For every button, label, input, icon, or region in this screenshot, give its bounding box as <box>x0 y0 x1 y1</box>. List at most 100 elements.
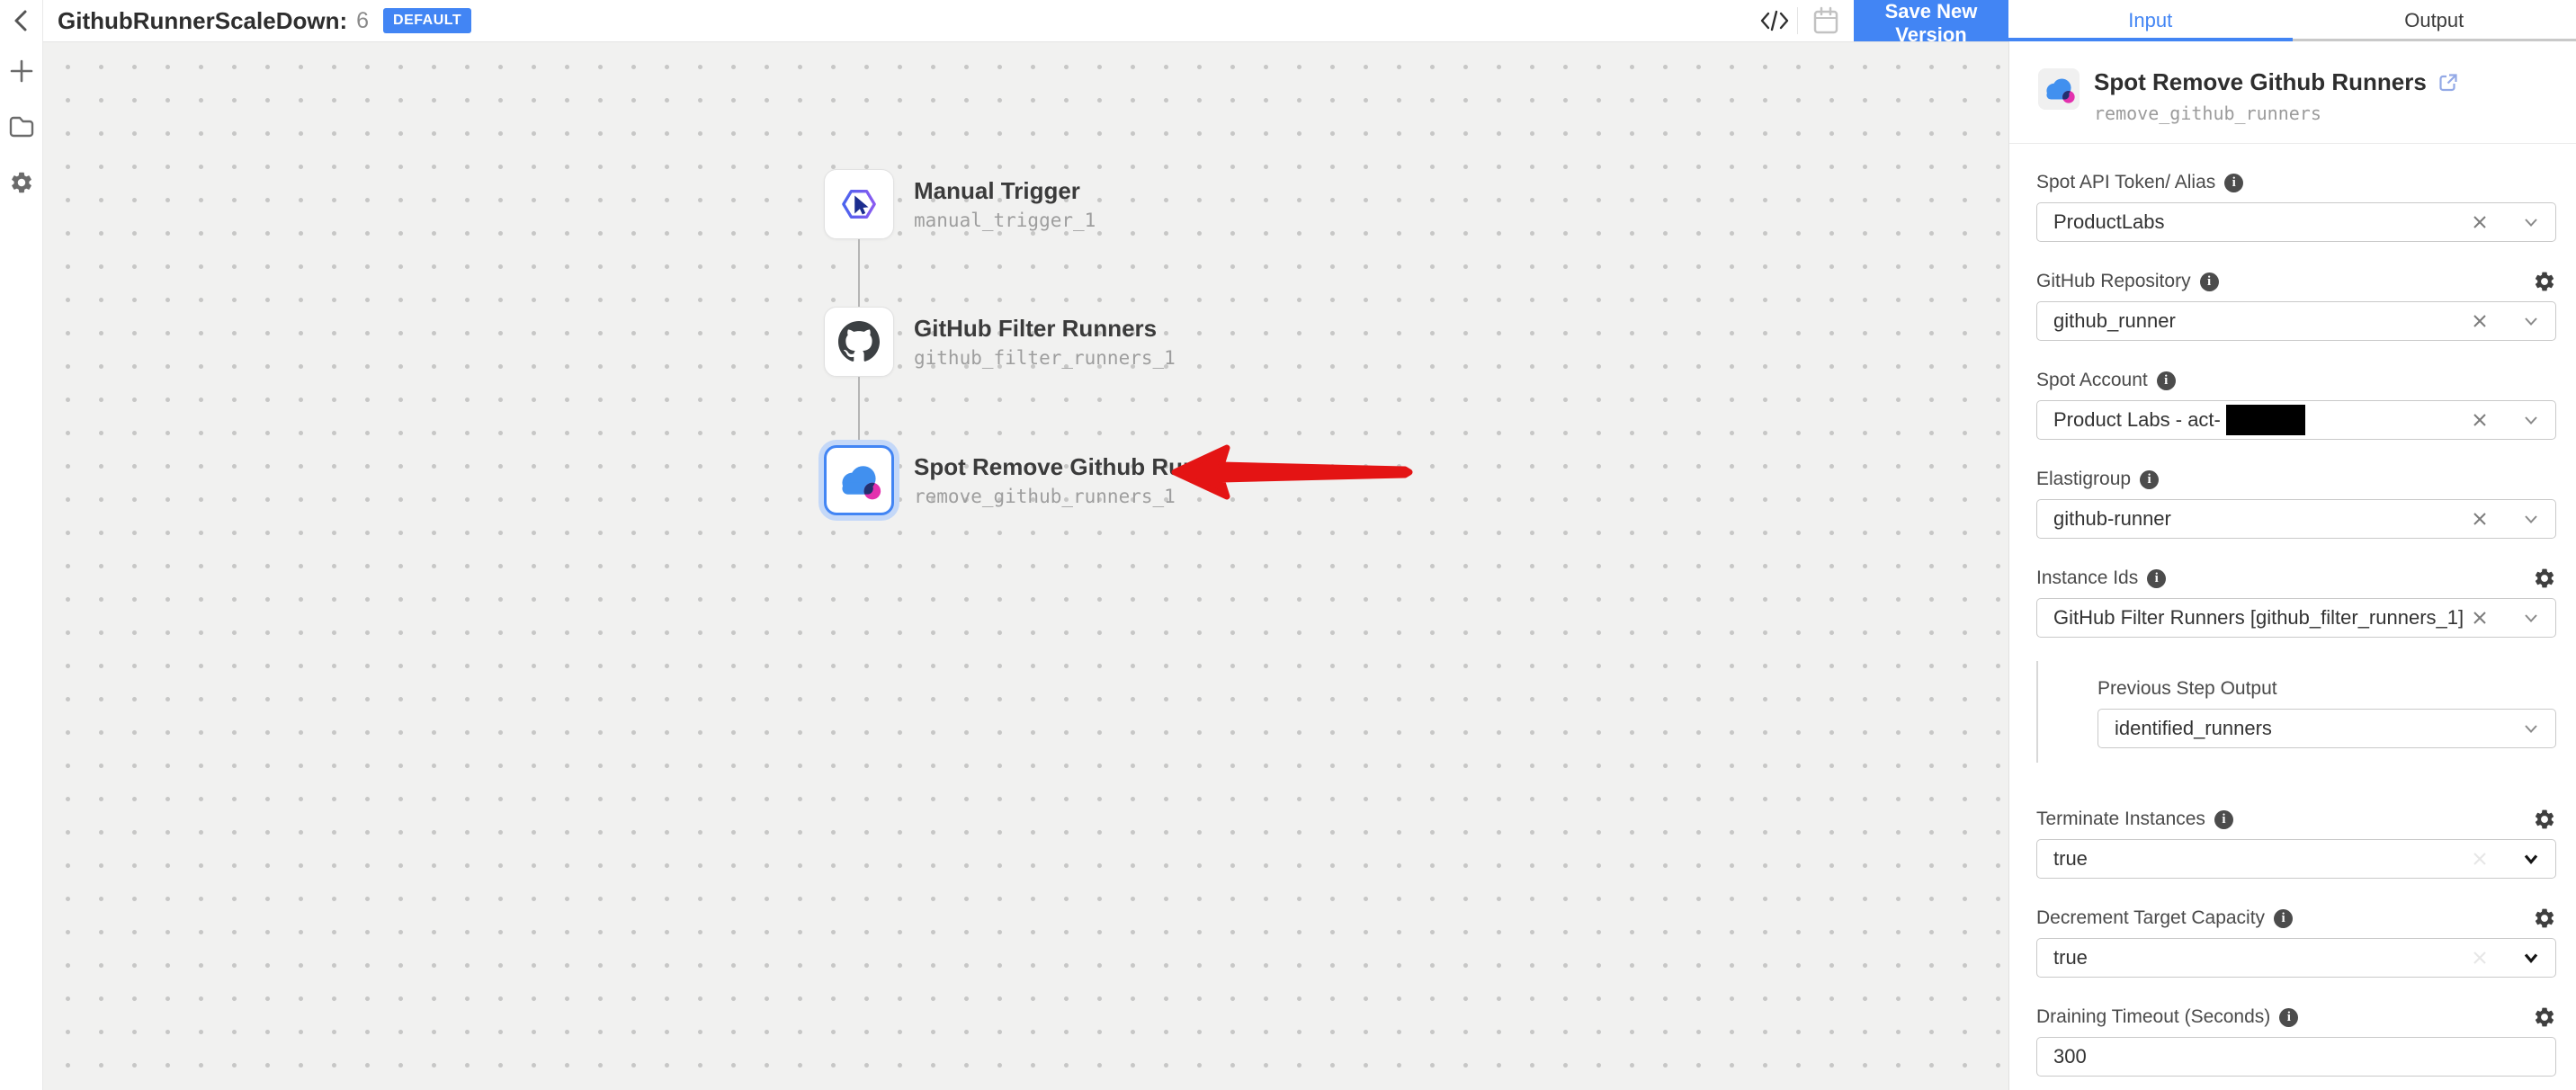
clear-button[interactable] <box>2471 411 2489 429</box>
field-label: Decrement Target Capacity <box>2036 907 2265 929</box>
chevron-down-icon[interactable] <box>2521 411 2541 429</box>
inactive-tab-underline <box>2293 39 2576 41</box>
info-icon[interactable]: i <box>2214 810 2233 829</box>
left-toolbar <box>0 41 43 1090</box>
active-tab-underline <box>2008 38 2293 41</box>
step-icon-badge <box>2038 68 2080 110</box>
clear-button[interactable] <box>2471 609 2489 627</box>
clear-button[interactable] <box>2471 949 2489 967</box>
field-value: GitHub Filter Runners [github_filter_run… <box>2053 606 2464 630</box>
field-settings-button[interactable] <box>2533 907 2556 930</box>
field-label: Previous Step Output <box>2097 678 2277 700</box>
edge-connector <box>858 377 860 445</box>
node-manual-trigger[interactable]: Manual Trigger manual_trigger_1 <box>824 169 1096 239</box>
gear-icon <box>9 170 34 195</box>
tab-output[interactable]: Output <box>2293 0 2576 41</box>
save-new-version-button[interactable]: Save New Version <box>1854 0 2008 41</box>
chevron-down-icon[interactable] <box>2521 213 2541 231</box>
panel-fields: Spot API Token/ Alias i ProductLabs GitH… <box>2009 144 2576 1077</box>
node-github-filter-runners[interactable]: GitHub Filter Runners github_filter_runn… <box>824 307 1176 377</box>
files-button[interactable] <box>7 112 36 141</box>
terminate-instances-select[interactable]: true <box>2036 839 2556 879</box>
info-icon[interactable]: i <box>2224 174 2243 192</box>
node-title: Manual Trigger <box>914 177 1096 204</box>
field-github-repository: GitHub Repository i github_runner <box>2036 270 2556 341</box>
field-value: github-runner <box>2053 507 2171 531</box>
github-icon <box>838 321 880 362</box>
external-link-button[interactable] <box>2437 72 2459 94</box>
redacted-value <box>2226 405 2305 435</box>
node-card[interactable] <box>824 169 894 239</box>
chevron-down-icon[interactable] <box>2521 609 2541 627</box>
info-icon[interactable]: i <box>2140 470 2159 489</box>
field-settings-button[interactable] <box>2533 1005 2556 1029</box>
field-label: Spot API Token/ Alias <box>2036 172 2215 193</box>
field-spot-api-token: Spot API Token/ Alias i ProductLabs <box>2036 171 2556 242</box>
folder-icon <box>8 115 35 138</box>
back-chevron-icon <box>10 9 33 32</box>
field-label: Terminate Instances <box>2036 809 2205 830</box>
spot-account-dropdown[interactable]: Product Labs - act- <box>2036 400 2556 440</box>
previous-step-output-section: Previous Step Output identified_runners <box>2036 661 2556 763</box>
code-view-button[interactable] <box>1752 0 1797 41</box>
field-instance-ids: Instance Ids i GitHub Filter Runners [gi… <box>2036 567 2556 638</box>
clear-button[interactable] <box>2471 213 2489 231</box>
settings-button[interactable] <box>7 168 36 197</box>
edge-connector <box>858 239 860 307</box>
manual-trigger-icon <box>840 184 878 224</box>
previous-step-output-dropdown[interactable]: identified_runners <box>2097 709 2556 748</box>
node-id: manual_trigger_1 <box>914 209 1096 232</box>
field-terminate-instances: Terminate Instances i true <box>2036 808 2556 879</box>
chevron-down-icon[interactable] <box>2521 949 2541 967</box>
node-title: GitHub Filter Runners <box>914 315 1176 342</box>
field-spot-account: Spot Account i Product Labs - act- <box>2036 369 2556 440</box>
clear-button[interactable] <box>2471 510 2489 528</box>
workflow-canvas[interactable]: Manual Trigger manual_trigger_1 GitHub F… <box>43 41 2008 1090</box>
spot-icon <box>836 460 882 501</box>
code-icon <box>1759 8 1790 33</box>
chevron-down-icon[interactable] <box>2521 312 2541 330</box>
field-draining-timeout: Draining Timeout (Seconds) i 300 <box>2036 1005 2556 1077</box>
field-label: Instance Ids <box>2036 567 2138 589</box>
field-elastigroup: Elastigroup i github-runner <box>2036 468 2556 539</box>
node-card[interactable] <box>824 307 894 377</box>
elastigroup-dropdown[interactable]: github-runner <box>2036 499 2556 539</box>
field-value: ProductLabs <box>2053 210 2165 234</box>
add-step-button[interactable] <box>7 57 36 85</box>
info-icon[interactable]: i <box>2279 1008 2298 1027</box>
node-id: github_filter_runners_1 <box>914 346 1176 370</box>
top-bar: GithubRunnerScaleDown: 6 DEFAULT Save Ne… <box>0 0 2576 41</box>
gear-icon <box>2533 567 2556 590</box>
field-settings-button[interactable] <box>2533 270 2556 293</box>
field-value: true <box>2053 946 2088 969</box>
info-icon[interactable]: i <box>2147 569 2166 588</box>
back-button[interactable] <box>0 0 43 41</box>
chevron-down-icon[interactable] <box>2521 510 2541 528</box>
decrement-target-capacity-select[interactable]: true <box>2036 938 2556 978</box>
draining-timeout-input[interactable]: 300 <box>2036 1037 2556 1077</box>
header-actions <box>1752 0 1854 41</box>
field-settings-button[interactable] <box>2533 567 2556 590</box>
info-icon[interactable]: i <box>2274 909 2293 928</box>
field-settings-button[interactable] <box>2533 808 2556 831</box>
spot-api-token-dropdown[interactable]: ProductLabs <box>2036 202 2556 242</box>
tab-input[interactable]: Input <box>2008 0 2293 41</box>
chevron-down-icon[interactable] <box>2521 850 2541 868</box>
panel-header: Spot Remove Github Runners remove_github… <box>2009 41 2576 144</box>
clear-button[interactable] <box>2471 850 2489 868</box>
chevron-down-icon[interactable] <box>2521 719 2541 737</box>
info-icon[interactable]: i <box>2157 371 2176 390</box>
github-repository-dropdown[interactable]: github_runner <box>2036 301 2556 341</box>
red-annotation-arrow <box>1169 443 1414 501</box>
calendar-icon <box>1812 6 1839 35</box>
field-value: github_runner <box>2053 309 2176 333</box>
instance-ids-dropdown[interactable]: GitHub Filter Runners [github_filter_run… <box>2036 598 2556 638</box>
info-icon[interactable]: i <box>2200 272 2219 291</box>
node-card-selected[interactable] <box>824 445 894 515</box>
field-value: 300 <box>2053 1045 2087 1068</box>
field-label: Elastigroup <box>2036 469 2131 490</box>
field-label: Draining Timeout (Seconds) <box>2036 1006 2270 1028</box>
schedule-button[interactable] <box>1798 0 1854 41</box>
external-link-icon <box>2437 72 2459 94</box>
clear-button[interactable] <box>2471 312 2489 330</box>
